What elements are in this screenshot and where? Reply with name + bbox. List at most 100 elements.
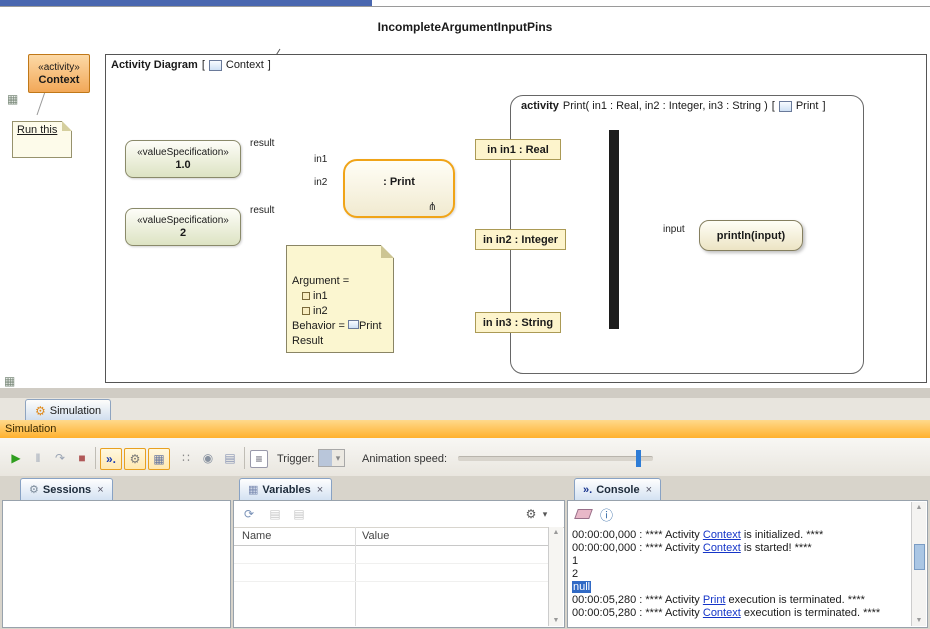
console-link-context[interactable]: Context xyxy=(703,542,741,554)
diagram-frame-heading: Activity Diagram [ Context ] xyxy=(111,57,271,73)
console-link-context[interactable]: Context xyxy=(703,607,741,619)
behavior-icon xyxy=(348,320,359,329)
pin-icon xyxy=(302,307,310,315)
tab-simulation-label: Simulation xyxy=(50,405,101,417)
options-toggle-button[interactable]: ⚙ xyxy=(124,448,146,470)
console-scrollbar[interactable]: ▲ ▼ xyxy=(911,502,926,626)
animation-button[interactable]: ▤ xyxy=(220,448,240,468)
value-spec-stereotype: «valueSpecification» xyxy=(137,146,229,159)
println-action-name: println(input) xyxy=(717,230,785,242)
join-node[interactable] xyxy=(609,130,619,329)
step-button[interactable]: ↷ xyxy=(50,448,70,468)
value-spec-2-node[interactable]: «valueSpecification» 2 xyxy=(125,208,241,246)
in2-pin-label: in2 xyxy=(314,177,327,188)
column-header-name: Name xyxy=(242,530,271,542)
value-spec-name: 2 xyxy=(180,227,186,240)
window-splitter[interactable] xyxy=(0,388,930,398)
toolbar-separator xyxy=(95,447,96,469)
ui-toggle-button[interactable]: ▦ xyxy=(148,448,170,470)
run-this-note[interactable]: Run this xyxy=(12,121,72,158)
tab-simulation[interactable]: ⚙ Simulation xyxy=(25,399,111,421)
trigger-label: Trigger: xyxy=(277,453,315,465)
rake-icon: ⋔ xyxy=(428,200,437,213)
console-toggle-button[interactable]: ». xyxy=(100,448,122,470)
activity-param-in3[interactable]: in in3 : String xyxy=(475,312,561,333)
in-keyword: in xyxy=(487,144,497,156)
import-icon[interactable]: ▤ xyxy=(290,506,308,522)
close-icon[interactable]: × xyxy=(646,484,652,496)
close-icon[interactable]: × xyxy=(317,484,323,496)
println-action[interactable]: println(input) xyxy=(699,220,803,251)
console-text: is initialized. **** xyxy=(741,529,824,541)
bracket: [ xyxy=(202,59,205,71)
param-label: in1 : Real xyxy=(500,144,549,156)
sessions-panel[interactable] xyxy=(2,500,231,628)
magicdraw-simulation-window: IncompleteArgumentInputPins xyxy=(0,0,930,629)
bracket: [ xyxy=(772,100,775,112)
info-icon[interactable]: ⓘ xyxy=(600,505,613,524)
print-diagram-icon xyxy=(779,101,792,112)
table-row xyxy=(234,563,548,582)
diagram-shortcut-icon: ▦ xyxy=(7,93,18,105)
console-line: 1 xyxy=(572,555,909,568)
chevron-down-icon: ▾ xyxy=(332,450,344,466)
console-line: 00:00:05,280 : **** Activity Print execu… xyxy=(572,594,909,607)
context-diagram-icon xyxy=(209,60,222,71)
context-activity-node[interactable]: «activity» Context xyxy=(28,54,90,93)
print-activity-frame-heading: activity Print( in1 : Real, in2 : Intege… xyxy=(521,99,826,113)
console-link-print[interactable]: Print xyxy=(703,594,726,606)
trigger-dropdown[interactable]: ▾ xyxy=(318,449,345,467)
clear-console-icon[interactable] xyxy=(574,509,593,519)
variables-panel: ⟳ ▤ ▤ ⚙ ▾ Name Value ▲ ▼ xyxy=(233,500,565,628)
diagram-kind-label: Activity Diagram xyxy=(111,59,198,71)
tab-console-label: Console xyxy=(596,484,639,496)
console-text: 00:00:05,280 : **** Activity xyxy=(572,607,703,619)
scroll-up-icon[interactable]: ▲ xyxy=(912,504,926,511)
diagram-window: IncompleteArgumentInputPins xyxy=(0,6,930,389)
scrollbar-thumb[interactable] xyxy=(914,544,925,570)
console-selected-text: null xyxy=(572,581,591,593)
terminate-button[interactable]: ■ xyxy=(72,448,92,468)
resume-button[interactable]: ▶ xyxy=(6,448,26,468)
pause-button[interactable]: ‖ xyxy=(28,448,48,468)
console-icon: ». xyxy=(583,484,592,496)
refresh-icon[interactable]: ⟳ xyxy=(240,506,258,522)
console-text: 1 xyxy=(572,555,578,567)
variables-toolbar: ⟳ ▤ ▤ ⚙ ▾ xyxy=(234,501,564,528)
scroll-down-icon[interactable]: ▼ xyxy=(553,617,560,624)
console-link-context[interactable]: Context xyxy=(703,529,741,541)
console-text: 00:00:00,000 : **** Activity xyxy=(572,542,703,554)
activity-param-in1[interactable]: in in1 : Real xyxy=(475,139,561,160)
chevron-down-icon[interactable]: ▾ xyxy=(536,506,554,522)
variables-scrollbar[interactable]: ▲ ▼ xyxy=(548,527,563,626)
param-label: in3 : String xyxy=(496,317,553,329)
note-behavior-prefix: Behavior = xyxy=(292,320,345,332)
value-spec-1-node[interactable]: «valueSpecification» 1.0 xyxy=(125,140,241,178)
tab-sessions[interactable]: ⚙ Sessions × xyxy=(20,478,113,500)
report-button[interactable]: ≡ xyxy=(250,450,268,468)
activity-param-in2[interactable]: in in2 : Integer xyxy=(475,229,566,250)
trigger-dropdown-fill xyxy=(319,450,332,466)
token-button[interactable]: ◉ xyxy=(198,448,218,468)
run-this-link[interactable]: Run this xyxy=(17,124,57,136)
variables-table-header: Name Value xyxy=(234,527,548,546)
print-call-action-selected[interactable]: : Print ⋔ xyxy=(343,159,455,218)
console-output: 00:00:00,000 : **** Activity Context is … xyxy=(572,529,909,620)
note-item-label: in2 xyxy=(313,305,328,317)
animation-speed-slider[interactable] xyxy=(458,456,653,461)
note-line: Argument = xyxy=(292,274,393,289)
export-icon[interactable]: ▤ xyxy=(266,506,284,522)
scroll-up-icon[interactable]: ▲ xyxy=(553,529,560,536)
tab-console[interactable]: ». Console × xyxy=(574,478,661,500)
argument-note[interactable]: Argument = in1 in2 Behavior = Print Resu… xyxy=(286,245,394,353)
scroll-down-icon[interactable]: ▼ xyxy=(912,617,926,624)
bracket: ] xyxy=(822,100,825,112)
console-line: 00:00:05,280 : **** Activity Context exe… xyxy=(572,607,909,620)
close-icon[interactable]: × xyxy=(97,484,103,496)
note-item: in1 xyxy=(292,289,393,304)
simulation-tab-row xyxy=(0,398,930,421)
tab-variables[interactable]: ▦ Variables × xyxy=(239,478,332,500)
console-toolbar: ⓘ xyxy=(568,501,927,525)
validation-button[interactable]: ∷ xyxy=(176,448,196,468)
slider-handle[interactable] xyxy=(636,450,641,467)
